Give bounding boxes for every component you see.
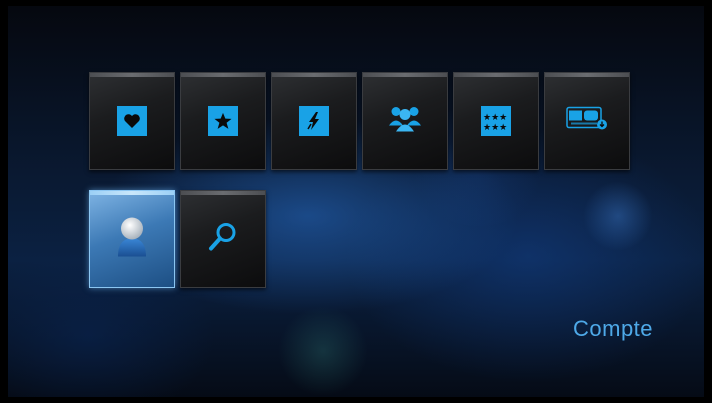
media-menu-screen: ★★★ ★★★ Compte	[8, 6, 704, 397]
people-icon	[387, 104, 423, 139]
lightning-icon	[299, 106, 329, 136]
tile-top-rated[interactable]: ★★★ ★★★	[453, 72, 539, 170]
star-icon	[208, 106, 238, 136]
tile-youtube-video[interactable]	[544, 72, 630, 170]
heart-icon	[117, 106, 147, 136]
tile-account[interactable]	[89, 190, 175, 288]
youtube-video-icon	[566, 105, 608, 138]
bokeh-light	[583, 181, 653, 251]
tile-community[interactable]	[362, 72, 448, 170]
selected-item-label: Compte	[573, 316, 654, 341]
stars-rating-icon: ★★★ ★★★	[481, 106, 511, 136]
svg-text:★★★: ★★★	[483, 123, 507, 131]
tile-popular[interactable]	[271, 72, 357, 170]
tile-favorites[interactable]	[89, 72, 175, 170]
magnifier-icon	[207, 221, 239, 258]
user-icon	[115, 215, 149, 264]
tv-frame: ★★★ ★★★ Compte	[0, 0, 712, 403]
svg-text:★★★: ★★★	[483, 113, 507, 123]
bokeh-light	[278, 306, 368, 396]
tile-search[interactable]	[180, 190, 266, 288]
tile-featured[interactable]	[180, 72, 266, 170]
